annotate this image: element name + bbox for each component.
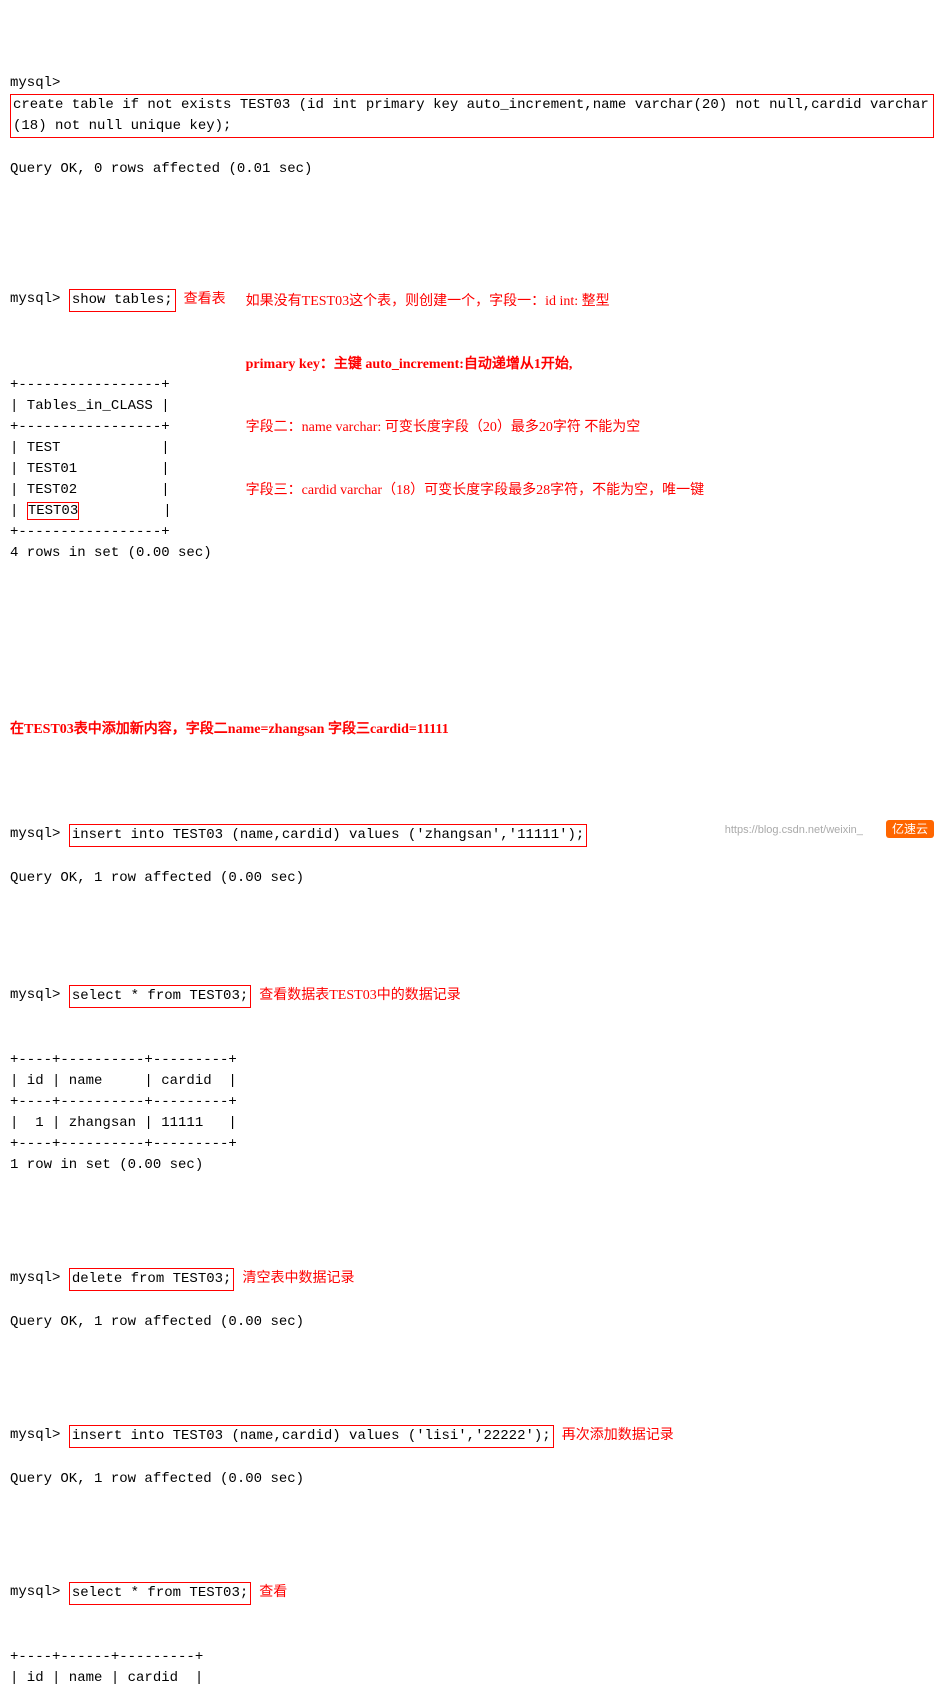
delete-cmd-line: mysql> delete from TEST03; 清空表中数据记录 <box>10 1268 934 1291</box>
logo-badge: 亿速云 <box>886 820 934 838</box>
annotation-1-line2: primary key：主键 auto_increment:自动递增从1开始, <box>246 354 704 375</box>
select-1-section: mysql> select * from TEST03; 查看数据表TEST03中… <box>10 964 934 1197</box>
annotation-1-line4: 字段三：cardid varchar（18）可变长度字段最多28字符，不能为空，… <box>246 480 704 501</box>
select-2-cmd: select * from TEST03; <box>69 1582 251 1605</box>
insert-lisi-result: Query OK, 1 row affected (0.00 sec) <box>10 1469 934 1490</box>
annotation-block-1: 如果没有TEST03这个表，则创建一个，字段一：id int: 整型 prima… <box>246 249 704 543</box>
create-table-result: Query OK, 0 rows affected (0.01 sec) <box>10 159 934 180</box>
prompt: mysql> <box>10 73 69 94</box>
show-tables-section: mysql> show tables; 查看表 +----------------… <box>10 247 934 627</box>
create-table-cmd-line: mysql> create table if not exists TEST03… <box>10 73 934 138</box>
delete-result: Query OK, 1 row affected (0.00 sec) <box>10 1312 934 1333</box>
section-create-table: mysql> create table if not exists TEST03… <box>10 52 934 201</box>
prompt4: mysql> <box>10 985 69 1006</box>
insert-lisi-section: mysql> insert into TEST03 (name,cardid) … <box>10 1404 934 1511</box>
terminal-content: mysql> create table if not exists TEST03… <box>10 10 934 1694</box>
show-tables-left: mysql> show tables; 查看表 +----------------… <box>10 247 226 627</box>
select-1-output: +----+----------+---------+ | id | name … <box>10 1029 934 1176</box>
show-tables-label: 查看表 <box>184 289 226 310</box>
test03-highlight: TEST03 <box>27 502 79 520</box>
prompt3: mysql> <box>10 824 69 845</box>
annotation-3: 查看数据表TEST03中的数据记录 <box>259 985 460 1006</box>
select-2-cmd-line: mysql> select * from TEST03; 查看 <box>10 1582 934 1605</box>
watermark-url: https://blog.csdn.net/weixin_ <box>725 824 863 836</box>
create-table-cmd: create table if not exists TEST03 (id in… <box>10 94 934 138</box>
select-2-section: mysql> select * from TEST03; 查看 +----+---… <box>10 1561 934 1694</box>
prompt6: mysql> <box>10 1425 69 1446</box>
insert-zhangsan-cmd: insert into TEST03 (name,cardid) values … <box>69 824 587 847</box>
annotation-4: 清空表中数据记录 <box>242 1268 354 1289</box>
show-tables-output: +-----------------+ | Tables_in_CLASS | … <box>10 354 226 585</box>
annotation-1-line3: 字段二：name varchar: 可变长度字段（20）最多20字符 不能为空 <box>246 417 704 438</box>
annotation-1-line1: 如果没有TEST03这个表，则创建一个，字段一：id int: 整型 <box>246 291 704 312</box>
select-2-output: +----+------+---------+ | id | name | ca… <box>10 1626 934 1694</box>
delete-section: mysql> delete from TEST03; 清空表中数据记录 Query… <box>10 1247 934 1354</box>
insert-zhangsan-result: Query OK, 1 row affected (0.00 sec) <box>10 868 934 889</box>
show-tables-cmd-line: mysql> show tables; 查看表 <box>10 289 226 312</box>
prompt5: mysql> <box>10 1268 69 1289</box>
select-1-cmd: select * from TEST03; <box>69 985 251 1008</box>
show-tables-cmd: show tables; <box>69 289 176 312</box>
delete-cmd: delete from TEST03; <box>69 1268 235 1291</box>
annotation-2: 在TEST03表中添加新内容，字段二name=zhangsan 字段三cardi… <box>10 719 934 740</box>
annotation-2-block: 在TEST03表中添加新内容，字段二name=zhangsan 字段三cardi… <box>10 677 934 761</box>
annotation-5: 再次添加数据记录 <box>562 1425 674 1446</box>
insert-lisi-cmd: insert into TEST03 (name,cardid) values … <box>69 1425 554 1448</box>
select-1-cmd-line: mysql> select * from TEST03; 查看数据表TEST03中… <box>10 985 934 1008</box>
annotation-6: 查看 <box>259 1582 287 1603</box>
prompt2: mysql> <box>10 289 69 310</box>
prompt7: mysql> <box>10 1582 69 1603</box>
watermark-area: https://blog.csdn.net/weixin_ 亿速云 <box>725 820 934 837</box>
insert-lisi-cmd-line: mysql> insert into TEST03 (name,cardid) … <box>10 1425 934 1448</box>
affected-word: affected <box>153 161 220 177</box>
